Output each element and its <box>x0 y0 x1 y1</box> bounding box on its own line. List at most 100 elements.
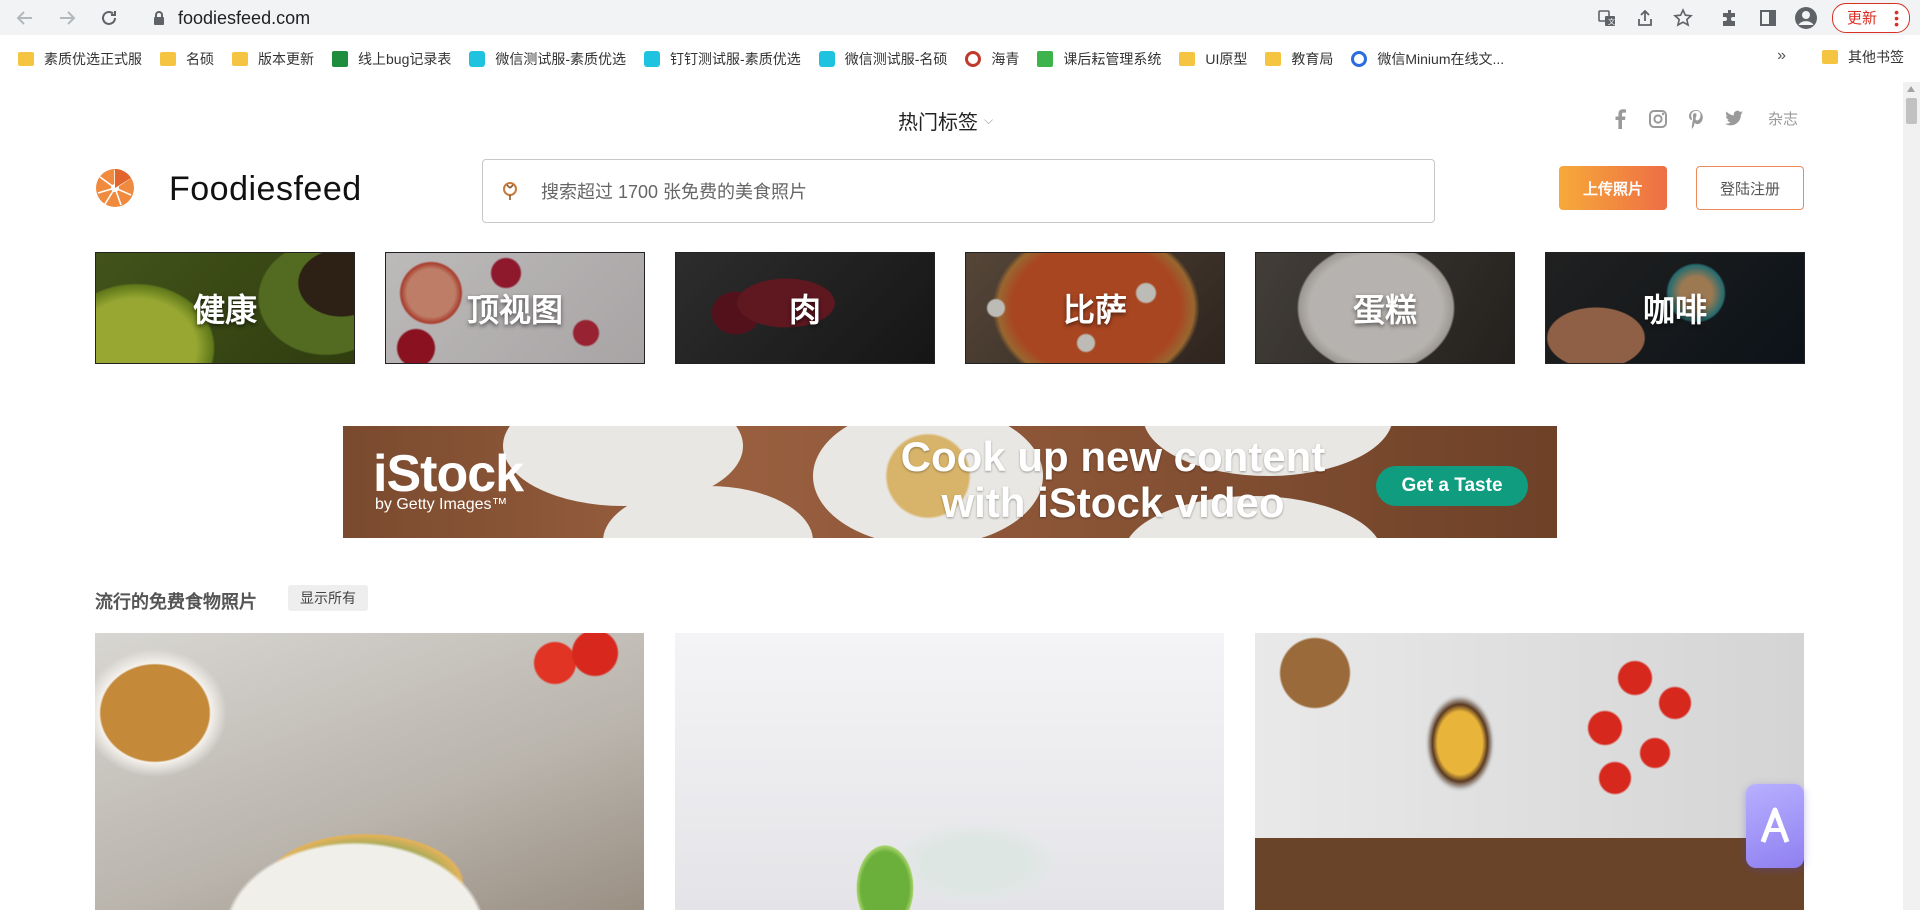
folder-icon <box>18 51 34 66</box>
category-label: 肉 <box>788 292 821 328</box>
search-icon <box>503 182 517 200</box>
search-input[interactable]: 搜索超过 1700 张免费的美食照片 <box>541 178 807 204</box>
brand-name[interactable]: Foodiesfeed <box>169 170 362 209</box>
extensions-icon[interactable] <box>1716 4 1744 32</box>
bookmark-item[interactable]: 素质优选正式服 <box>18 49 142 69</box>
bookmark-label: 微信Minium在线文... <box>1377 50 1505 67</box>
share-icon[interactable] <box>1632 5 1658 31</box>
bookmark-label: 微信测试服-素质优选 <box>495 50 627 67</box>
bookmark-item[interactable]: 钉钉测试服-素质优选 <box>644 49 801 69</box>
other-bookmarks[interactable]: 其他书签 <box>1822 47 1904 67</box>
folder-icon <box>1265 51 1282 66</box>
bookmark-label: 海青 <box>991 50 1020 67</box>
istock-ad-banner[interactable]: iStock by Getty Images™ Cook up new cont… <box>343 426 1557 538</box>
bookmark-item[interactable]: 课后耘管理系统 <box>1037 49 1161 69</box>
magazine-link[interactable]: 杂志 <box>1768 108 1798 129</box>
circle-logo-icon <box>1351 50 1368 67</box>
get-a-taste-button[interactable]: Get a Taste <box>1376 466 1528 506</box>
trending-section-title: 流行的免费食物照片 <box>95 592 257 612</box>
green-square-icon <box>1037 50 1054 67</box>
app-u-icon <box>469 50 486 67</box>
popular-tags-dropdown[interactable]: 热门标签 ⌵ <box>898 106 993 135</box>
folder-icon <box>160 51 176 66</box>
bookmarks-more-button[interactable]: » <box>1777 47 1786 65</box>
category-tile-meat[interactable]: 肉 <box>675 252 935 364</box>
bookmark-item[interactable]: 线上bug记录表 <box>332 49 451 69</box>
bookmark-item[interactable]: 微信测试服-名硕 <box>818 49 948 69</box>
folder-icon <box>1179 51 1196 66</box>
bookmark-label: UI原型 <box>1205 50 1248 67</box>
update-button[interactable]: 更新 • • • <box>1831 2 1910 33</box>
reload-button[interactable] <box>94 3 124 33</box>
svg-text:文: 文 <box>1608 17 1615 26</box>
app-u-icon <box>644 50 661 67</box>
category-tile-healthy[interactable]: 健康 <box>95 252 355 364</box>
login-register-button[interactable]: 登陆注册 <box>1696 166 1804 210</box>
bookmark-label: 版本更新 <box>258 50 314 67</box>
category-tile-cake[interactable]: 蛋糕 <box>1255 252 1515 364</box>
address-bar[interactable]: foodiesfeed.com 文 <box>136 4 1696 32</box>
foodiesfeed-page: 热门标签 ⌵ 杂志 Foodiesfeed 搜索超过 1700 张免费的美食照片… <box>0 82 1920 910</box>
reload-icon <box>102 10 116 25</box>
twitter-icon[interactable] <box>1724 109 1744 129</box>
seal-icon <box>965 50 982 67</box>
foodiesfeed-logo-icon[interactable] <box>95 168 135 208</box>
category-tile-coffee[interactable]: 咖啡 <box>1545 252 1805 364</box>
page-scrollbar[interactable] <box>1903 82 1920 910</box>
assistant-a-icon <box>1760 807 1790 843</box>
show-all-button[interactable]: 显示所有 <box>288 585 368 611</box>
ad-headline-line-2: with iStock video <box>941 479 1285 526</box>
update-label: 更新 <box>1846 10 1877 27</box>
pinterest-icon[interactable] <box>1686 109 1706 129</box>
ad-headline-line-1: Cook up new content <box>900 433 1326 480</box>
istock-logo: iStock <box>373 445 524 503</box>
instagram-icon[interactable] <box>1648 109 1668 129</box>
app-u-icon <box>818 50 835 67</box>
bookmark-item[interactable]: 海青 <box>965 49 1019 69</box>
scroll-up-icon[interactable] <box>1907 86 1915 92</box>
bookmark-item[interactable]: 微信Minium在线文... <box>1351 49 1504 69</box>
social-links: 杂志 <box>1610 108 1798 129</box>
category-label: 蛋糕 <box>1352 292 1417 328</box>
lock-icon <box>154 11 164 25</box>
bookmark-label: 教育局 <box>1291 50 1334 67</box>
chevron-down-icon: ⌵ <box>984 113 994 127</box>
back-button[interactable] <box>10 3 40 33</box>
bookmark-label: 微信测试服-名硕 <box>844 50 948 67</box>
profile-avatar-icon[interactable] <box>1792 4 1820 32</box>
bookmark-item[interactable]: UI原型 <box>1179 49 1247 69</box>
bookmark-item[interactable]: 版本更新 <box>232 49 314 69</box>
bookmarks-bar: 素质优选正式服 名硕 版本更新 线上bug记录表 微信测试服-素质优选 钉钉测试服-素质优… <box>0 35 1920 83</box>
bookmark-label: 课后耘管理系统 <box>1063 50 1162 67</box>
photo-card[interactable] <box>1255 633 1804 910</box>
category-label: 咖啡 <box>1642 292 1707 328</box>
arrow-right-icon <box>60 10 76 25</box>
sheets-icon <box>332 50 348 67</box>
getty-images-text: by Getty Images™ <box>375 496 508 513</box>
search-box[interactable]: 搜索超过 1700 张免费的美食照片 <box>482 159 1435 223</box>
category-label: 健康 <box>192 292 257 328</box>
bookmark-label: 钉钉测试服-素质优选 <box>670 50 801 67</box>
category-tile-top-view[interactable]: 顶视图 <box>385 252 645 364</box>
bookmark-label: 素质优选正式服 <box>44 50 142 67</box>
ad-headline: Cook up new content with iStock video <box>883 434 1343 526</box>
translate-icon[interactable]: 文 <box>1594 5 1620 31</box>
bookmark-label: 线上bug记录表 <box>358 50 452 67</box>
side-panel-icon[interactable] <box>1754 4 1782 32</box>
browser-toolbar: foodiesfeed.com 文 更新 • • • <box>0 0 1920 35</box>
bookmark-item[interactable]: 教育局 <box>1265 49 1333 69</box>
bookmark-item[interactable]: 名硕 <box>160 49 214 69</box>
photo-card[interactable] <box>675 633 1224 910</box>
forward-button[interactable] <box>52 3 82 33</box>
arrow-left-icon <box>16 10 32 25</box>
url-text[interactable]: foodiesfeed.com <box>178 8 310 29</box>
photo-card[interactable] <box>95 633 644 910</box>
menu-dots-icon: • • • <box>1894 3 1899 32</box>
star-icon[interactable] <box>1670 5 1696 31</box>
scrollbar-thumb[interactable] <box>1906 98 1917 124</box>
bookmark-item[interactable]: 微信测试服-素质优选 <box>469 49 626 69</box>
floating-assistant-button[interactable] <box>1746 784 1804 868</box>
upload-photo-button[interactable]: 上传照片 <box>1559 166 1667 210</box>
facebook-icon[interactable] <box>1610 108 1630 129</box>
category-tile-pizza[interactable]: 比萨 <box>965 252 1225 364</box>
